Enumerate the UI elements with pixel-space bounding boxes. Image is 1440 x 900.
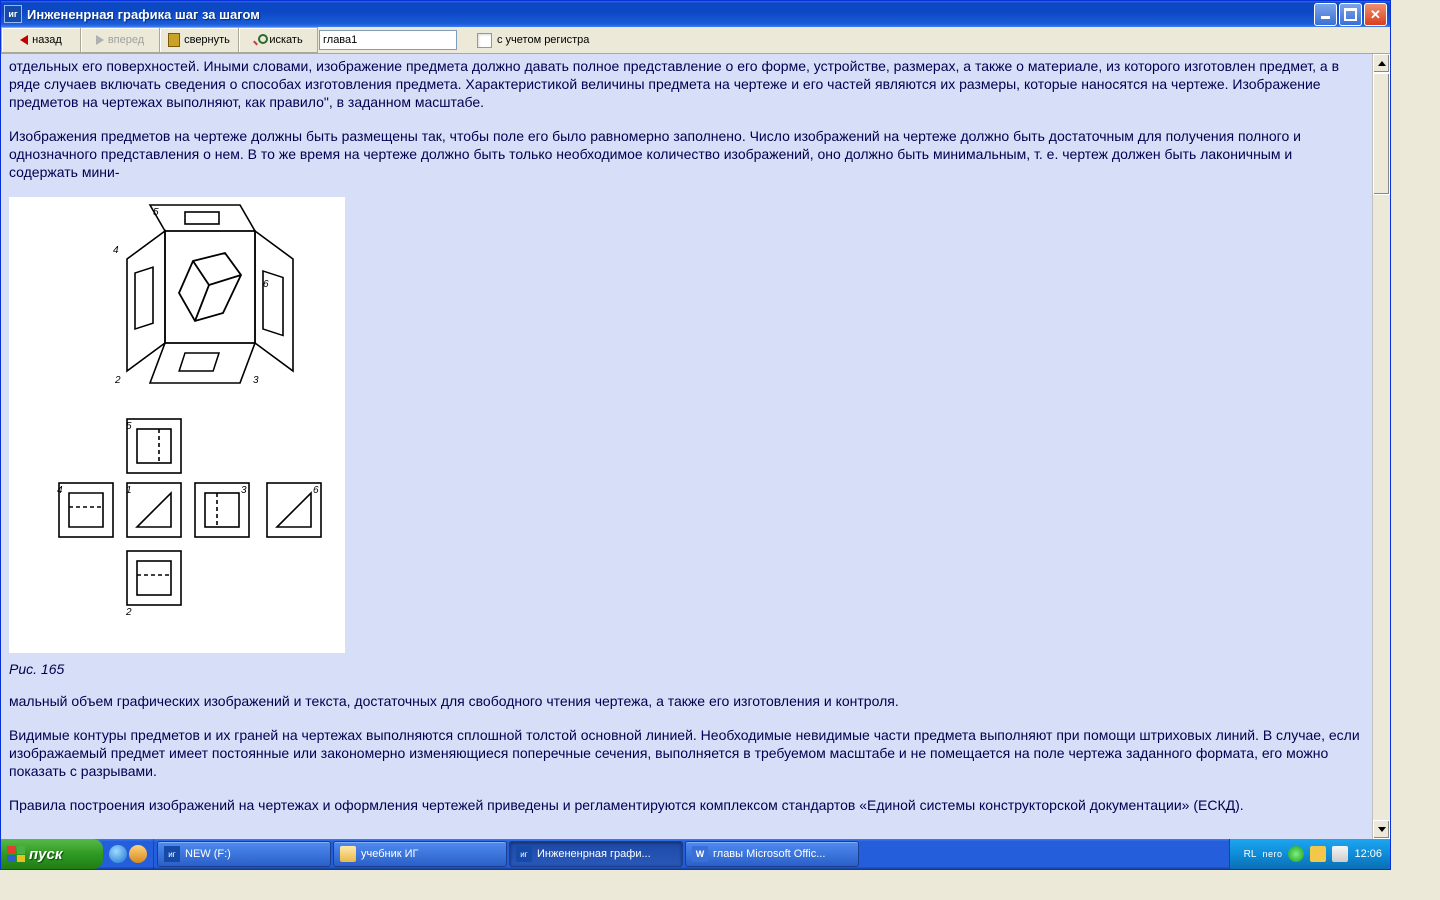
arrow-left-icon (20, 35, 28, 45)
svg-text:4: 4 (57, 485, 63, 496)
case-checkbox-wrap[interactable]: с учетом регистра (477, 27, 589, 53)
task-label: учебник ИГ (361, 848, 418, 860)
svg-text:6: 6 (263, 279, 269, 290)
start-button[interactable]: пуск (1, 839, 103, 869)
desktop-icon[interactable] (129, 845, 147, 863)
svg-text:5: 5 (153, 207, 159, 218)
search-button[interactable]: искать (238, 27, 318, 53)
paragraph: мальный объем графических изображений и … (9, 693, 1364, 711)
collapse-icon (168, 33, 180, 47)
chevron-down-icon (1378, 827, 1386, 832)
paragraph: Видимые контуры предметов и их граней на… (9, 727, 1364, 781)
search-label: искать (269, 34, 302, 46)
title-bar: иг Инжененрная графика шаг за шагом ✕ (1, 1, 1390, 27)
taskbar-task[interactable]: Wглавы Microsoft Offic... (685, 841, 859, 867)
task-label: Инжененрная графи... (537, 848, 651, 860)
paragraph: отдельных его поверхностей. Иными словам… (9, 58, 1364, 112)
forward-label: вперед (108, 34, 144, 46)
content-area: отдельных его поверхностей. Иными словам… (1, 54, 1390, 839)
scroll-thumb[interactable] (1373, 73, 1390, 195)
svg-text:1: 1 (126, 485, 132, 496)
svg-text:3: 3 (241, 485, 247, 496)
paragraph: Правила построения изображений на чертеж… (9, 797, 1364, 815)
app-icon: иг (4, 5, 22, 23)
collapse-button[interactable]: свернуть (159, 27, 239, 53)
task-label: NEW (F:) (185, 848, 231, 860)
svg-text:2: 2 (125, 607, 132, 618)
svg-text:4: 4 (113, 245, 119, 256)
tray-update-icon[interactable] (1288, 846, 1304, 862)
svg-text:5: 5 (126, 421, 132, 432)
figure-165: 5 4 6 2 3 (9, 197, 345, 653)
document-content: отдельных его поверхностей. Иными словам… (1, 54, 1372, 839)
close-button[interactable]: ✕ (1364, 3, 1387, 26)
system-tray: RL nero 12:06 (1229, 839, 1390, 869)
scroll-up-button[interactable] (1373, 54, 1390, 73)
taskbar-tasks: игNEW (F:) учебник ИГ игИнжененрная графи.… (154, 839, 1229, 869)
search-icon (253, 34, 265, 46)
scroll-track[interactable] (1373, 73, 1390, 820)
chevron-up-icon (1378, 61, 1386, 66)
taskbar: пуск игNEW (F:) учебник ИГ игИнжененрная г… (1, 839, 1390, 869)
start-label: пуск (29, 846, 62, 863)
tray-removable-icon[interactable] (1332, 846, 1348, 862)
paragraph: Изображения предметов на чертеже должны … (9, 128, 1364, 182)
maximize-button[interactable] (1339, 3, 1362, 26)
svg-text:6: 6 (313, 485, 319, 496)
taskbar-task[interactable]: игИнжененрная графи... (509, 841, 683, 867)
ie-icon[interactable] (109, 845, 127, 863)
windows-logo-icon (7, 846, 25, 862)
svg-text:3: 3 (253, 375, 259, 386)
minimize-button[interactable] (1314, 3, 1337, 26)
collapse-label: свернуть (184, 34, 230, 46)
checkbox-icon[interactable] (477, 33, 492, 48)
task-label: главы Microsoft Offic... (713, 848, 825, 860)
nero-label[interactable]: nero (1262, 849, 1282, 859)
search-input[interactable] (319, 30, 457, 50)
scroll-down-button[interactable] (1373, 820, 1390, 839)
app-window: иг Инжененрная графика шаг за шагом ✕ на… (0, 0, 1391, 870)
forward-button[interactable]: вперед (80, 27, 160, 53)
arrow-right-icon (96, 35, 104, 45)
svg-text:2: 2 (114, 375, 121, 386)
quick-launch (103, 839, 154, 869)
case-label: с учетом регистра (497, 34, 589, 46)
figure-caption: Рис. 165 (9, 661, 1364, 679)
language-indicator[interactable]: RL (1244, 849, 1257, 860)
taskbar-task[interactable]: игNEW (F:) (157, 841, 331, 867)
taskbar-task[interactable]: учебник ИГ (333, 841, 507, 867)
back-button[interactable]: назад (1, 27, 81, 53)
vertical-scrollbar[interactable] (1372, 54, 1390, 839)
tray-shield-icon[interactable] (1310, 846, 1326, 862)
taskbar-clock[interactable]: 12:06 (1354, 848, 1382, 860)
window-title: Инжененрная графика шаг за шагом (27, 7, 1313, 22)
back-label: назад (32, 34, 62, 46)
toolbar: назад вперед свернуть искать с учетом ре… (1, 27, 1390, 54)
